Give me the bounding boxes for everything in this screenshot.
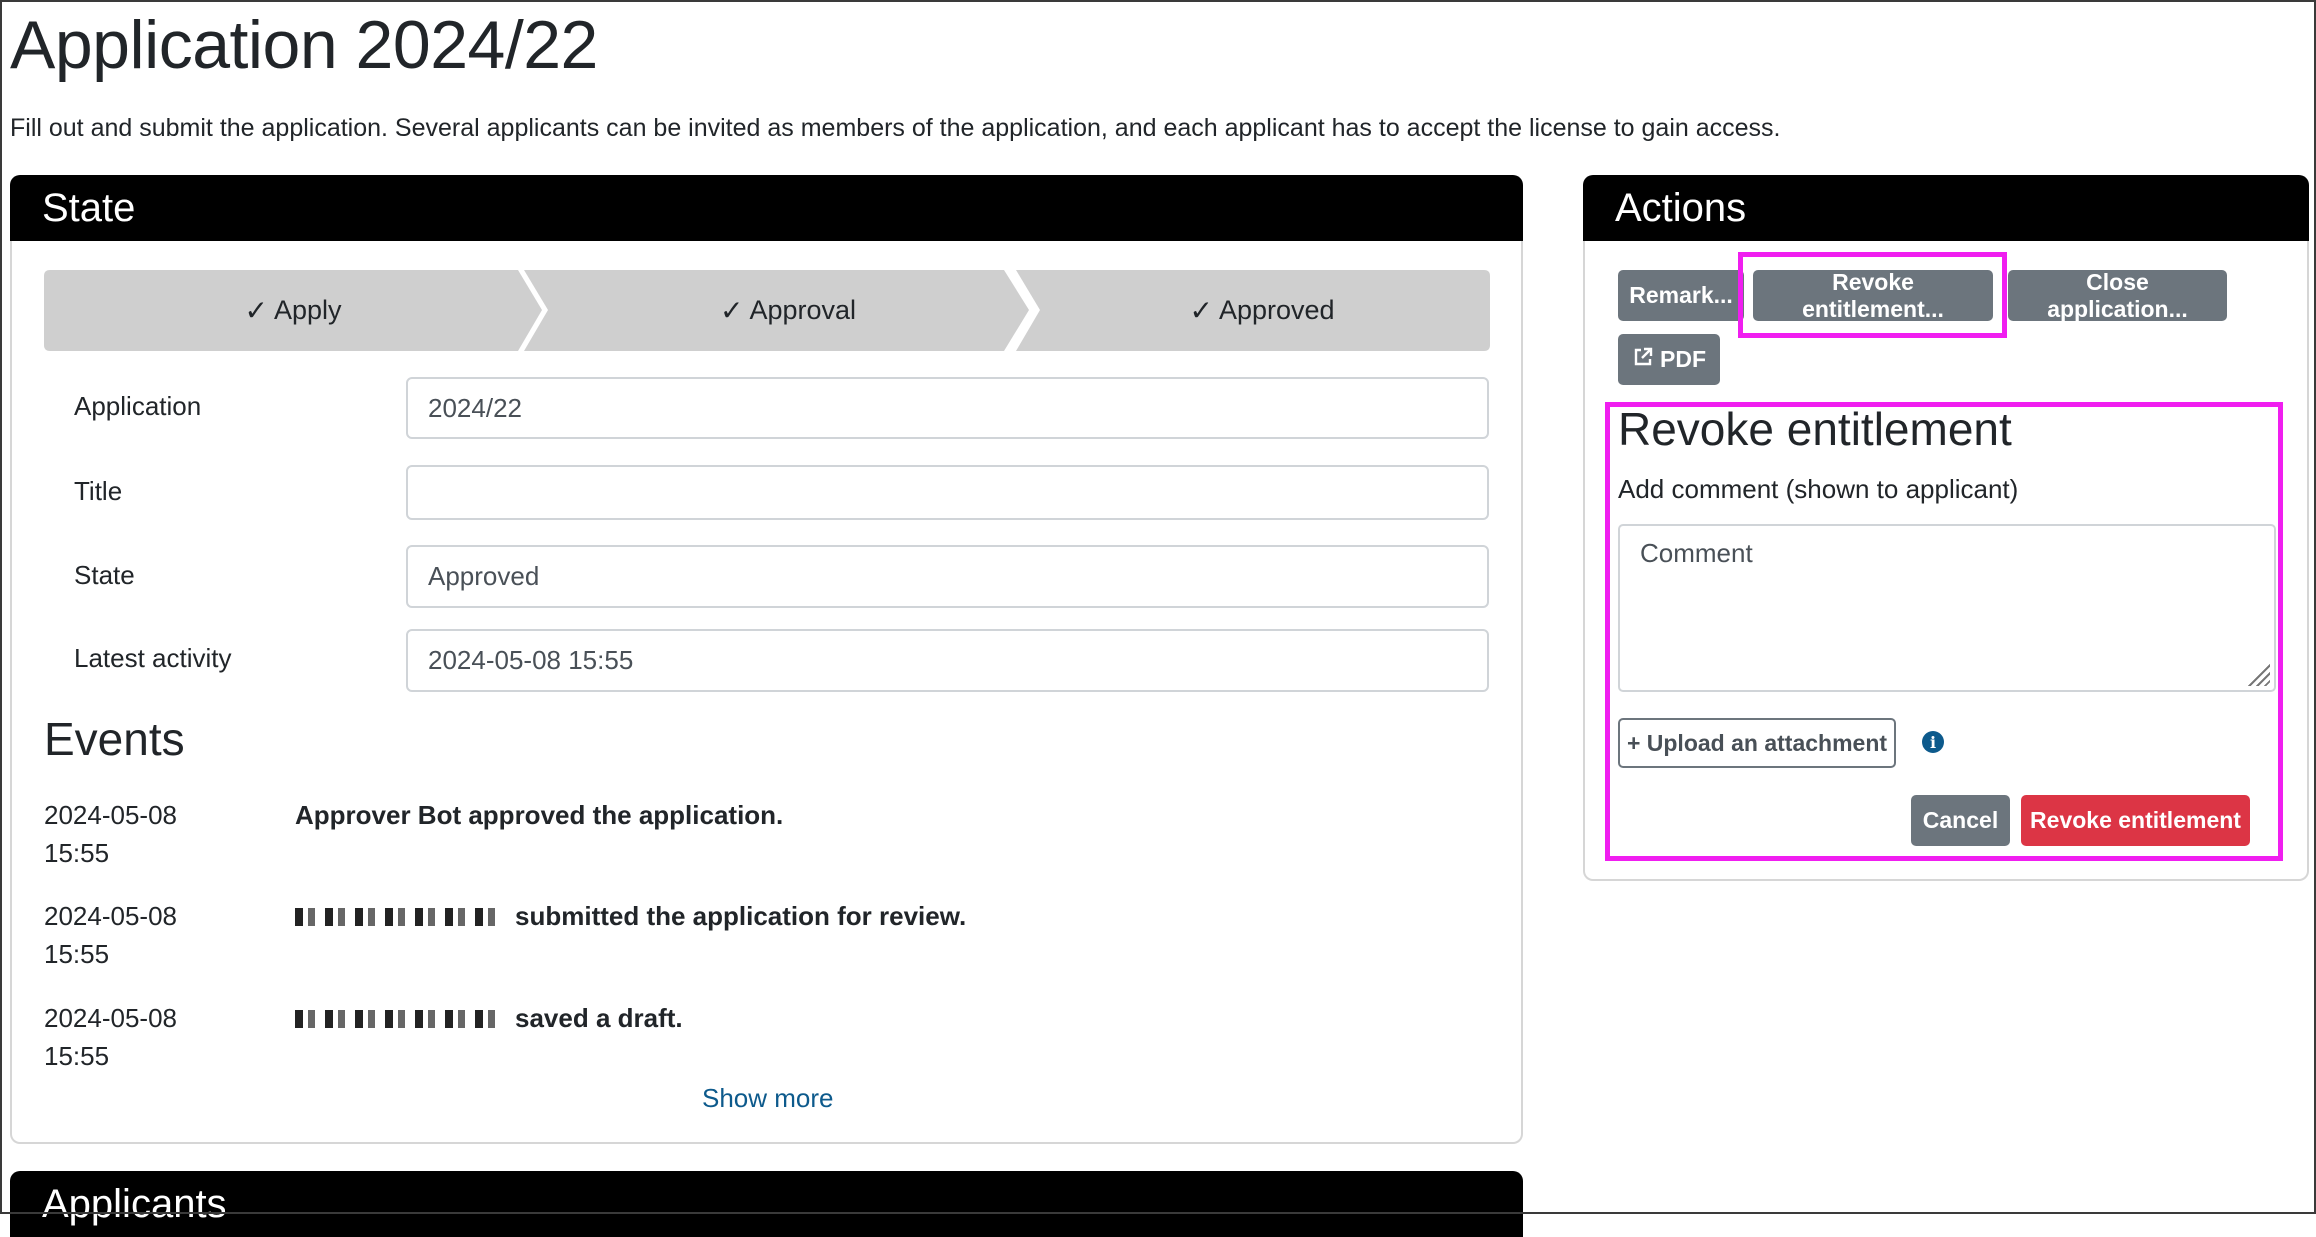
event-3-description: saved a draft. [515,1003,683,1033]
event-2-time: 2024-05-08 15:55 [44,897,244,973]
pdf-button[interactable]: PDF [1618,334,1720,385]
redacted-name [295,907,503,926]
remark-button[interactable]: Remark... [1618,270,1744,321]
state-header: State [10,175,1523,241]
event-2-description: submitted the application for review. [515,901,967,931]
phase-indicator: ✓ Apply ✓ Approval ✓ Approved [44,270,1490,351]
check-icon: ✓ [719,295,744,326]
actions-header: Actions [1583,175,2309,241]
title-label: Title [74,476,123,506]
pdf-button-label: PDF [1660,346,1706,372]
event-1-time: 2024-05-08 15:55 [44,796,244,872]
phase-approved-label: Approved [1218,295,1335,325]
page-intro: Fill out and submit the application. Sev… [10,114,1781,142]
page-title: Application 2024/22 [10,7,598,83]
state-label: State [74,560,135,590]
event-1-hour: 15:55 [44,838,110,868]
external-link-svg [1634,347,1653,365]
close-application-button[interactable]: Close application... [2008,269,2227,322]
actions-header-label: Actions [1615,186,1747,230]
highlight-revoke-form [1605,402,2283,861]
event-1-description: Approver Bot approved the application. [295,800,784,830]
phase-apply-label: Apply [273,295,342,325]
state-field[interactable]: Approved [406,545,1489,608]
application-field[interactable]: 2024/22 [406,377,1489,439]
external-link-icon [1632,346,1654,374]
event-3-hour: 15:55 [44,1041,110,1071]
redacted-name [295,1009,503,1028]
applicants-header-label: Applicants [42,1182,227,1226]
phase-approved: ✓ Approved [1034,270,1490,351]
event-2-date: 2024-05-08 [44,901,177,931]
show-more-link[interactable]: Show more [702,1083,834,1114]
latest-activity-field[interactable]: 2024-05-08 15:55 [406,629,1489,692]
event-2-text: submitted the application for review. [295,901,966,932]
event-1-date: 2024-05-08 [44,800,177,830]
applicants-header: Applicants [10,1171,1523,1237]
latest-activity-label: Latest activity [74,643,232,673]
check-icon: ✓ [1189,295,1213,326]
title-field[interactable] [406,465,1489,520]
state-header-label: State [42,186,136,230]
event-3-time: 2024-05-08 15:55 [44,999,244,1075]
highlight-revoke-button [1738,252,2007,338]
event-2-hour: 15:55 [44,939,110,969]
event-3-date: 2024-05-08 [44,1003,177,1033]
check-icon: ✓ [244,295,268,326]
event-1-text: Approver Bot approved the application. [295,800,783,831]
event-3-text: saved a draft. [295,1003,683,1034]
phase-approval: ✓ Approval [542,270,1034,351]
phase-approval-label: Approval [749,295,857,325]
phase-apply: ✓ Apply [44,270,542,351]
application-label: Application [74,391,202,421]
events-title: Events [44,713,185,765]
